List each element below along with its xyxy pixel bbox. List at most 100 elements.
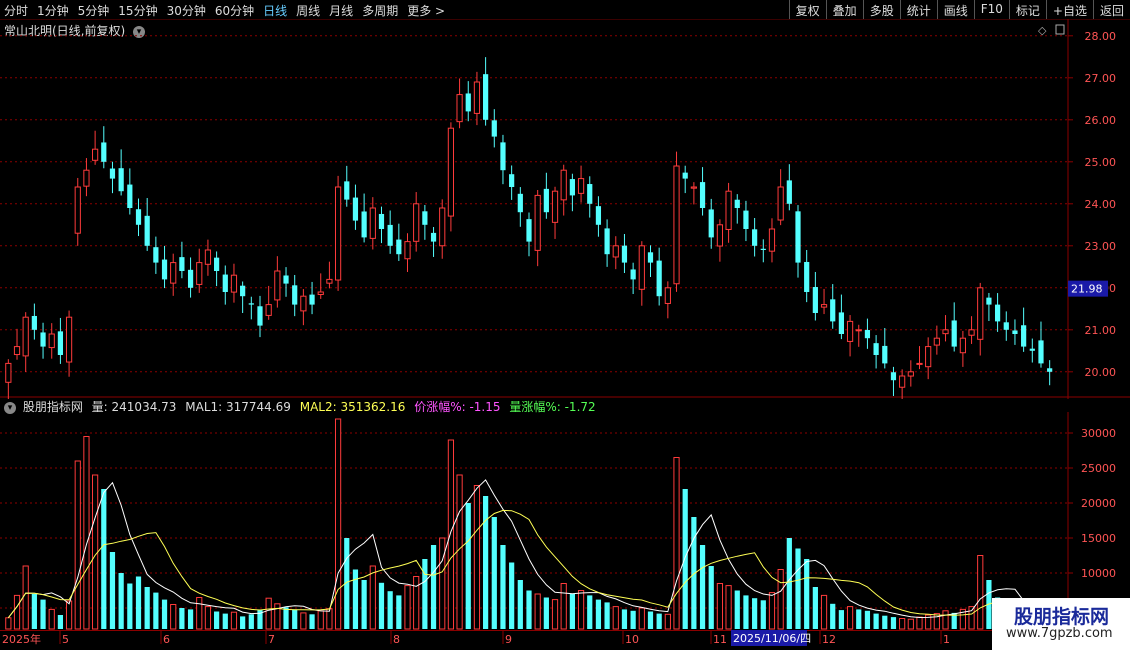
candle-body	[760, 248, 766, 250]
volume-bar	[560, 583, 567, 630]
candle-body	[820, 304, 828, 308]
y-tick-label: 24.00	[1085, 198, 1117, 211]
watermark-title: 股朋指标网	[1014, 606, 1110, 628]
volume-bar	[65, 600, 73, 630]
volume-bar	[456, 474, 463, 630]
y-tick-label: 30000	[1081, 427, 1116, 440]
candle-body	[959, 337, 966, 354]
candle-body	[1012, 330, 1018, 334]
period-tab[interactable]: 周线	[296, 2, 320, 19]
volume-bar	[5, 617, 12, 630]
candle-body	[179, 257, 185, 271]
candle-body	[1003, 322, 1009, 330]
tool-button[interactable]: 画线	[936, 0, 974, 19]
month-label: 5	[62, 633, 69, 646]
volume-bar	[447, 439, 455, 630]
period-tabs: 分时 1分钟 5分钟 15分钟 30分钟 60分钟 日线 周线 月线 多周期 更多 >	[4, 2, 454, 19]
tool-button[interactable]: +自选	[1045, 0, 1093, 19]
volume-bar	[916, 616, 923, 630]
month-label: 12	[822, 633, 836, 646]
candle-body	[664, 287, 671, 304]
volume-chart[interactable]: 50001000015000200002500030000	[0, 412, 1130, 630]
candlestick-chart[interactable]: 20.0021.0022.0023.0024.0025.0026.0027.00…	[0, 19, 1130, 399]
volume-bar	[404, 585, 411, 630]
candle-body	[786, 180, 792, 204]
candle-body	[1029, 348, 1035, 351]
candle-body	[74, 186, 81, 234]
volume-bar	[22, 565, 29, 630]
candle-body	[630, 269, 636, 280]
volume-bar	[760, 600, 766, 629]
volume-bar	[517, 580, 523, 629]
candle-body	[864, 330, 871, 339]
candle-body	[855, 329, 862, 332]
volume-bar	[248, 614, 254, 629]
volume-bar	[430, 545, 437, 629]
candle-body	[612, 245, 619, 258]
candle-body	[777, 186, 784, 221]
candle-body	[222, 274, 228, 292]
y-tick-label: 25.00	[1085, 156, 1117, 169]
candle-body	[734, 199, 740, 208]
tool-button[interactable]: 复权	[788, 0, 826, 19]
volume-bar	[543, 597, 549, 629]
volume-bar	[101, 489, 107, 629]
volume-bar	[92, 474, 99, 630]
volume-bar	[820, 594, 828, 630]
volume-bar	[378, 582, 385, 629]
candle-body	[638, 245, 645, 290]
tool-button[interactable]: 返回	[1092, 0, 1130, 19]
candle-body	[873, 343, 879, 355]
candle-body	[500, 142, 506, 171]
period-tab[interactable]: 5分钟	[78, 2, 110, 19]
volume-bar	[587, 595, 593, 629]
tool-button[interactable]: F10	[973, 0, 1009, 19]
volume-bar	[83, 436, 90, 630]
period-tab[interactable]: 月线	[329, 2, 353, 19]
tool-button[interactable]: 多股	[862, 0, 900, 19]
candle-body	[543, 188, 549, 213]
volume-bar	[413, 576, 420, 630]
candle-body	[344, 181, 350, 200]
period-tab[interactable]: 日线	[263, 2, 287, 19]
candle-body	[422, 211, 428, 225]
candle-body	[334, 186, 342, 281]
period-tab[interactable]: 1分钟	[37, 2, 69, 19]
volume-bar	[509, 562, 515, 629]
volume-bar	[387, 591, 393, 629]
tool-button[interactable]: 标记	[1008, 0, 1046, 19]
candle-body	[283, 275, 289, 284]
volume-bar	[752, 598, 758, 629]
period-tab[interactable]: 15分钟	[118, 2, 157, 19]
volume-bar	[196, 597, 203, 630]
volume-bar	[786, 538, 792, 629]
candle-body	[907, 371, 914, 377]
tool-button[interactable]: 统计	[899, 0, 937, 19]
volume-bar	[977, 555, 984, 630]
period-tab[interactable]: 更多 >	[407, 2, 445, 19]
candle-body	[161, 259, 168, 280]
candle-body	[214, 257, 220, 271]
month-label: 8	[393, 633, 400, 646]
candle-body	[127, 184, 133, 208]
period-tab[interactable]: 多周期	[362, 2, 398, 19]
candle-body	[465, 93, 471, 112]
candle-body	[882, 345, 888, 364]
candle-body	[977, 287, 984, 340]
volume-bar	[361, 580, 367, 629]
volume-bar	[569, 594, 575, 629]
candle-body	[240, 285, 246, 297]
period-tab[interactable]: 分时	[4, 2, 28, 19]
volume-bar	[621, 609, 628, 629]
period-tab[interactable]: 60分钟	[215, 2, 254, 19]
volume-bar	[317, 610, 324, 630]
period-tab[interactable]: 30分钟	[167, 2, 206, 19]
volume-bar	[942, 610, 949, 630]
candle-body	[812, 287, 818, 313]
volume-bar	[577, 590, 585, 630]
volume-bar	[838, 610, 844, 629]
month-label: 1	[943, 633, 950, 646]
y-tick-label: 21.00	[1085, 324, 1117, 337]
tool-button[interactable]: 叠加	[825, 0, 863, 19]
top-toolbar: 分时 1分钟 5分钟 15分钟 30分钟 60分钟 日线 周线 月线 多周期 更多 > 复权 叠加 多股…	[0, 0, 1130, 20]
